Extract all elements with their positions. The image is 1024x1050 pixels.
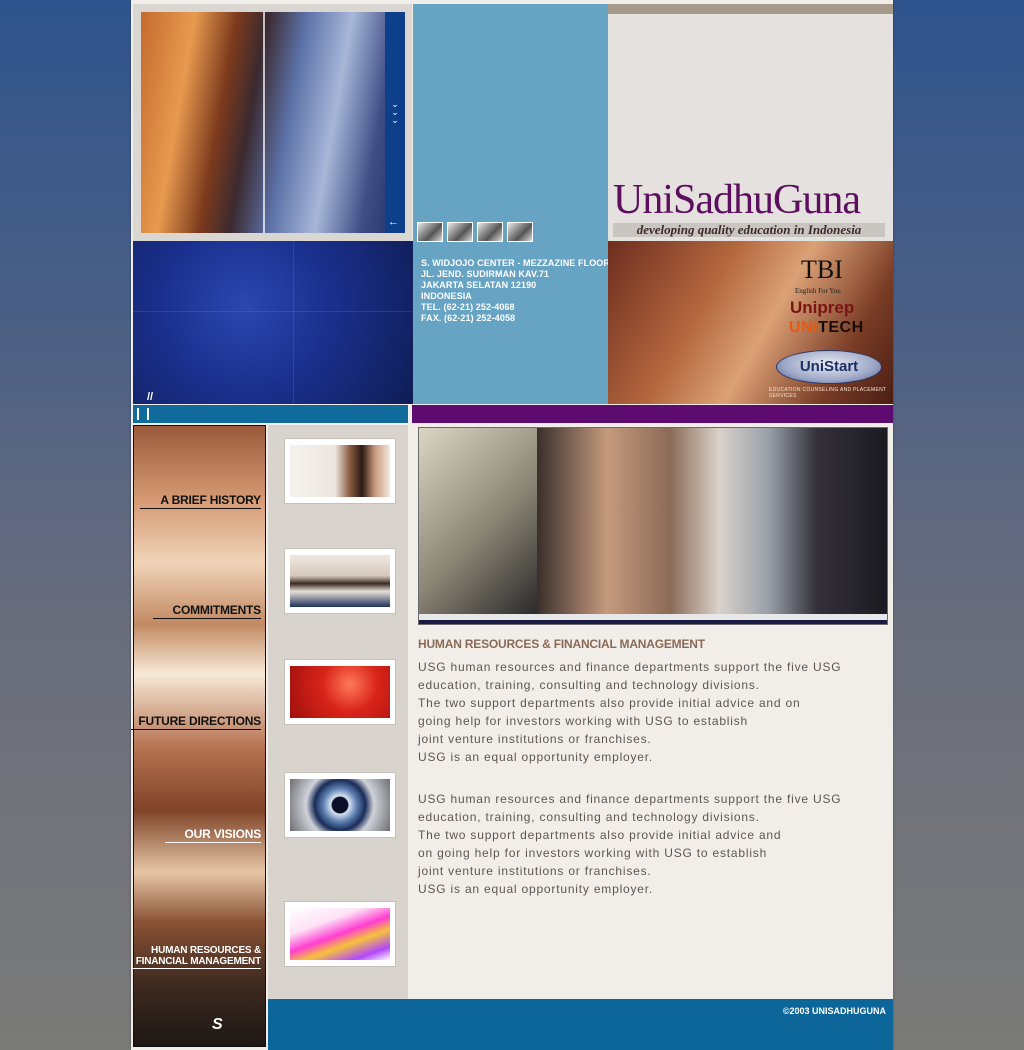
thumbnail-3[interactable] <box>477 222 503 242</box>
thumb-card-history[interactable] <box>284 438 396 504</box>
header-photo: ⌄ ⌄ ⌄ ← <box>141 12 405 233</box>
address-line: S. WIDJOJO CENTER - MEZZAZINE FLOOR <box>421 258 611 268</box>
side-nav: A BRIEF HISTORY COMMITMENTS FUTURE DIREC… <box>131 425 266 1047</box>
paragraph-line: joint venture institutions or franchises… <box>418 732 652 746</box>
page-container: ⌄ ⌄ ⌄ ← S. WIDJOJO CENTER - MEZZAZINE FLOO… <box>131 0 893 1050</box>
nav-header-bar <box>133 405 408 423</box>
grid-line <box>133 311 413 312</box>
nav-item-brief-history[interactable]: A BRIEF HISTORY <box>140 493 261 509</box>
hero-photo-left <box>419 428 537 614</box>
header-photo-frame: ⌄ ⌄ ⌄ ← <box>133 4 412 241</box>
paragraph-line: USG human resources and finance departme… <box>418 792 842 806</box>
thumb-card-commitments[interactable] <box>284 548 396 614</box>
arrow-left-icon[interactable]: ← <box>388 216 399 228</box>
partner-tbi-logo[interactable]: TBI <box>801 257 843 283</box>
nav-item-future-directions[interactable]: FUTURE DIRECTIONS <box>131 714 261 730</box>
usg-mark-icon: S <box>212 1016 223 1033</box>
header-thumbnails <box>417 222 533 242</box>
paragraph-line: USG human resources and finance departme… <box>418 660 842 674</box>
thumb-card-hr-finance[interactable] <box>284 901 396 967</box>
content-paragraph-2: USG human resources and finance departme… <box>418 790 888 898</box>
thumb-image <box>290 908 390 960</box>
content-header-bar <box>412 405 893 423</box>
nav-item-human-resources[interactable]: HUMAN RESOURCES & FINANCIAL MANAGEMENT <box>131 945 262 969</box>
unitech-suffix: TECH <box>818 319 864 336</box>
copyright-text: ©2003 UNISADHUGUNA <box>782 1006 886 1016</box>
address-panel <box>413 4 608 404</box>
hero-photo-people <box>537 428 887 614</box>
partner-unistart-logo[interactable]: UniStart <box>776 350 882 384</box>
paragraph-line: The two support departments also provide… <box>418 828 782 842</box>
content-paragraph-1: USG human resources and finance departme… <box>418 658 888 766</box>
site-tagline: developing quality education in Indonesi… <box>636 222 862 237</box>
paragraph-line: going help for investors working with US… <box>418 714 749 728</box>
unitech-prefix: UNI <box>789 319 819 336</box>
partner-unistart-tagline: EDUCATION COUNSELING AND PLACEMENT SERVI… <box>769 387 887 399</box>
chevron-down-icon[interactable]: ⌄ ⌄ ⌄ <box>389 100 401 134</box>
slash-icon: // <box>147 391 154 403</box>
address-line: JL. JEND. SUDIRMAN KAV.71 <box>421 269 550 279</box>
address-line: JAKARTA SELATAN 12190 <box>421 280 537 290</box>
paragraph-line: USG is an equal opportunity employer. <box>418 882 654 896</box>
thumb-image <box>290 445 390 497</box>
decorative-blue-band: // <box>133 241 413 404</box>
partner-unitech-logo[interactable]: UNITECH <box>789 319 864 337</box>
address-line: TEL. (62-21) 252-4068 <box>421 302 515 312</box>
partner-uniprep-logo[interactable]: Uniprep <box>790 298 854 318</box>
paragraph-line: on going help for investors working with… <box>418 846 768 860</box>
grid-line <box>293 241 294 404</box>
hero-photo <box>418 427 888 625</box>
nav-item-line: HUMAN RESOURCES & <box>151 945 261 956</box>
paragraph-line: joint venture institutions or franchises… <box>418 864 652 878</box>
section-title: HUMAN RESOURCES & FINANCIAL MANAGEMENT <box>418 637 705 651</box>
thumbnail-column <box>268 425 408 1000</box>
address-block: S. WIDJOJO CENTER - MEZZAZINE FLOOR JL. … <box>421 258 610 324</box>
bars-icon <box>137 408 149 420</box>
nav-item-commitments[interactable]: COMMITMENTS <box>152 603 262 619</box>
address-line: INDONESIA <box>421 291 472 301</box>
thumb-card-future[interactable] <box>284 659 396 725</box>
thumbnail-4[interactable] <box>507 222 533 242</box>
thumb-image <box>290 779 390 831</box>
nav-item-line: FINANCIAL MANAGEMENT <box>135 956 261 967</box>
logo-top-bar <box>608 4 893 14</box>
thumbnail-1[interactable] <box>417 222 443 242</box>
nav-item-our-visions[interactable]: OUR VISIONS <box>164 827 262 843</box>
paragraph-line: USG is an equal opportunity employer. <box>418 750 654 764</box>
paragraph-line: The two support departments also provide… <box>418 696 801 710</box>
hero-strip-dark <box>419 620 887 624</box>
thumbnail-2[interactable] <box>447 222 473 242</box>
address-line: FAX. (62-21) 252-4058 <box>421 313 516 323</box>
thumb-image <box>290 666 390 718</box>
site-logo[interactable]: UniSadhuGuna <box>613 178 888 222</box>
paragraph-line: education, training, consulting and tech… <box>418 678 760 692</box>
thumb-card-visions[interactable] <box>284 772 396 838</box>
partner-tbi-tagline: English For You <box>795 287 841 295</box>
thumb-image <box>290 555 390 607</box>
paragraph-line: education, training, consulting and tech… <box>418 810 760 824</box>
